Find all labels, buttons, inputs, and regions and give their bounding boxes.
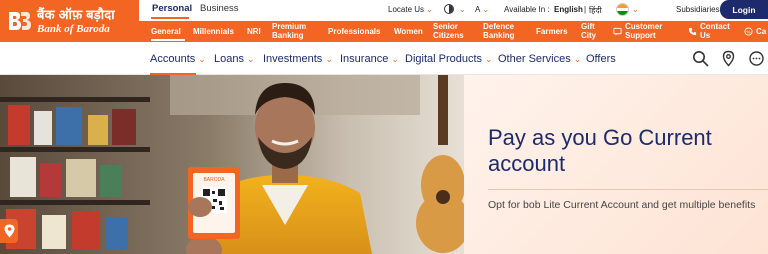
flag-dropdown[interactable]: ⌄ [630, 5, 639, 14]
chevron-down-icon: ⌄ [573, 54, 582, 64]
hero-banner[interactable]: BARODA Pay as you Go Current account Opt… [0, 75, 768, 254]
nav-insurance[interactable]: Insurance ⌄ [340, 53, 399, 65]
top-utility-bar: Personal Business Locate Us ⌄ ⌄ A ⌄ Availa… [139, 0, 768, 21]
branch-locator-button[interactable] [0, 219, 18, 243]
chevron-down-icon: ⌄ [325, 54, 333, 64]
available-in-label: Available In : [504, 5, 550, 14]
location-marker-icon [4, 224, 14, 238]
text-size-dropdown[interactable]: A ⌄ [475, 5, 489, 14]
category-calculators[interactable]: Ca [756, 27, 766, 37]
customer-category-bar: General Millennials NRI Premium Banking … [139, 21, 768, 42]
search-icon[interactable] [692, 50, 709, 67]
nav-offers[interactable]: Offers [586, 53, 616, 65]
chevron-down-icon: ⌄ [391, 54, 399, 64]
nav-insurance-label: Insurance [340, 53, 389, 65]
qr-card-label: BARODA [203, 177, 225, 183]
main-navigation: Accounts ⌄ Loans ⌄ Investments ⌄ Insurance ⌄… [0, 42, 768, 75]
category-nri[interactable]: NRI [247, 27, 261, 37]
language-english[interactable]: English [554, 5, 583, 14]
tab-personal[interactable]: Personal [152, 3, 192, 14]
calculator-icon: % [744, 27, 753, 36]
category-women[interactable]: Women [394, 27, 423, 37]
chevron-down-icon: ⌄ [632, 5, 639, 14]
nav-accounts[interactable]: Accounts ⌄ [150, 53, 206, 65]
nav-loans-label: Loans [214, 53, 244, 65]
chevron-down-icon: ⌄ [485, 54, 493, 64]
locate-us-link[interactable]: Locate Us ⌄ [388, 5, 433, 14]
nav-other-services[interactable]: Other Services ⌄ [498, 53, 581, 65]
category-defence-banking[interactable]: Defence Banking [483, 22, 523, 40]
nav-digital-products[interactable]: Digital Products ⌄ [405, 53, 493, 65]
chevron-down-icon: ⌄ [426, 5, 433, 14]
nav-digital-products-label: Digital Products [405, 53, 483, 65]
contrast-toggle-icon[interactable] [444, 4, 454, 14]
tab-personal-indicator [151, 17, 189, 19]
chevron-down-icon: ⌄ [459, 5, 466, 14]
hero-subtitle: Opt for bob Lite Current Account and get… [488, 199, 756, 211]
tab-business[interactable]: Business [200, 3, 239, 14]
text-size-label: A [475, 5, 481, 14]
hero-photo-man-with-qr-card: BARODA [0, 75, 464, 254]
contrast-dropdown[interactable]: ⌄ [457, 5, 466, 14]
hero-divider [488, 189, 768, 190]
category-general-indicator [151, 39, 185, 41]
logo-english-name: Bank of Baroda [37, 22, 110, 35]
nav-loans[interactable]: Loans ⌄ [214, 53, 255, 65]
logo-wordmark: बैंक ऑफ़ बड़ौदा Bank of Baroda [37, 8, 115, 35]
nav-accounts-label: Accounts [150, 53, 196, 65]
category-professionals[interactable]: Professionals [328, 27, 380, 37]
bank-of-baroda-logo-icon [9, 12, 31, 30]
support-icon [613, 27, 622, 36]
nav-investments-label: Investments [263, 53, 323, 65]
location-pin-icon[interactable] [720, 50, 737, 67]
category-contact-us[interactable]: Contact Us [700, 22, 730, 40]
locate-us-label: Locate Us [388, 5, 425, 14]
subsidiaries-label: Subsidiaries [676, 5, 720, 14]
category-customer-support[interactable]: Customer Support [625, 22, 669, 40]
svg-text:%: % [746, 29, 750, 34]
language-separator: | [584, 5, 587, 14]
category-general[interactable]: General [151, 27, 181, 37]
chevron-down-icon: ⌄ [198, 54, 206, 64]
login-button[interactable]: Login [720, 0, 768, 19]
bank-logo[interactable]: बैंक ऑफ़ बड़ौदा Bank of Baroda [0, 0, 139, 42]
phone-icon [688, 27, 697, 36]
category-premium-banking[interactable]: Premium Banking [272, 22, 312, 40]
category-farmers[interactable]: Farmers [536, 27, 568, 37]
logo-hindi-name: बैंक ऑफ़ बड़ौदा [37, 6, 115, 22]
chevron-down-icon: ⌄ [482, 5, 490, 14]
language-hindi[interactable]: हिंदी [589, 5, 602, 16]
hero-text-panel: Pay as you Go Current account Opt for bo… [464, 75, 768, 254]
nav-investments[interactable]: Investments ⌄ [263, 53, 333, 65]
chevron-down-icon: ⌄ [246, 54, 255, 64]
india-flag-icon[interactable] [616, 3, 629, 16]
category-senior-citizens[interactable]: Senior Citizens [433, 22, 473, 40]
hero-title: Pay as you Go Current account [488, 125, 712, 176]
nav-other-services-label: Other Services [498, 53, 571, 65]
category-gift-city[interactable]: Gift City [581, 22, 601, 40]
help-chat-icon[interactable] [748, 50, 765, 67]
category-millennials[interactable]: Millennials [193, 27, 234, 37]
